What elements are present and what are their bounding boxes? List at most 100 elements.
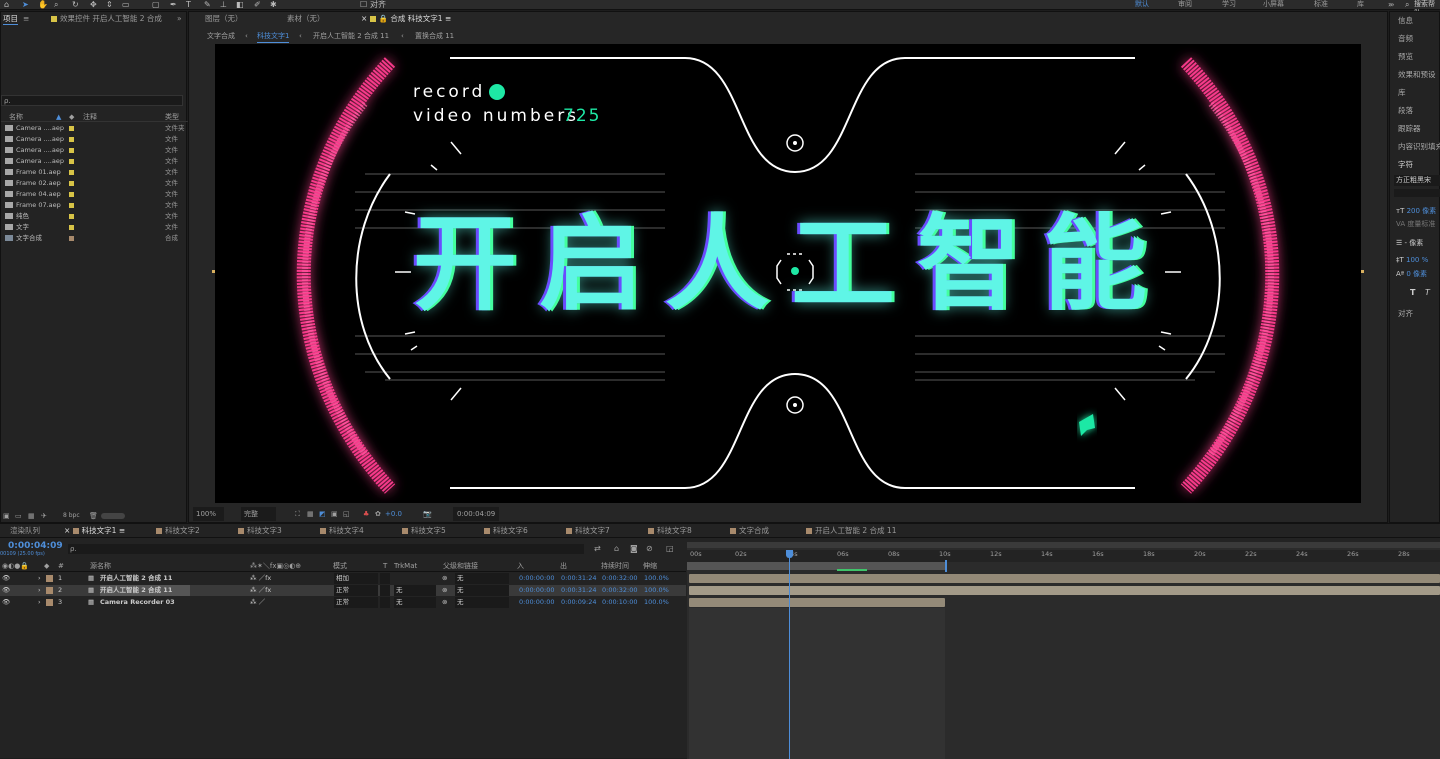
camera-tool-icon[interactable]: ✥ <box>90 0 97 9</box>
font-size-row[interactable]: ᴛT 200 像素 <box>1396 206 1436 216</box>
list-item[interactable]: Camera ....aep 文件 <box>1 156 178 167</box>
col-stretch[interactable]: 伸缩 <box>643 561 657 572</box>
list-item[interactable]: Frame 01.aep 文件 <box>1 167 178 178</box>
parent-dropdown[interactable]: 无 <box>455 585 509 596</box>
align-checkbox[interactable]: ☐ <box>360 0 367 9</box>
col-duration[interactable]: 持续时间 <box>601 561 629 572</box>
region-of-interest-icon[interactable]: ⛶ <box>295 507 300 521</box>
layer-in[interactable]: 0:00:00:00 <box>519 585 555 596</box>
layer-mode-dropdown[interactable]: 正常 <box>334 597 378 608</box>
hand-tool-icon[interactable]: ✋ <box>38 0 48 9</box>
layer-row[interactable]: 👁 › 3 ▦ Camera Recorder 03 ⁂ ／ 正常 无 ⊚ 无 … <box>0 597 686 608</box>
comp-flowchart-icon[interactable]: ⇄ <box>594 544 601 553</box>
layer-row[interactable]: 👁 › 1 ▦ 开启人工智能 2 合成 11 ⁂ ／fx 相加 ⊚ 无 0:00… <box>0 573 686 584</box>
layer-in[interactable]: 0:00:00:00 <box>519 597 555 608</box>
work-area-bar[interactable] <box>687 562 947 570</box>
baseline-row[interactable]: Aª 0 像素 <box>1396 269 1427 279</box>
layer-bar-1[interactable] <box>689 574 1440 583</box>
col-t[interactable]: T <box>383 561 387 572</box>
roto-tool-icon[interactable]: ✐ <box>254 0 261 9</box>
tracking-row[interactable]: VA 度量标准 <box>1396 219 1435 229</box>
tab-comp-6[interactable]: 科技文字6 <box>484 526 528 536</box>
preserve-transparency[interactable] <box>380 573 390 584</box>
col-parent[interactable]: 父级和链接 <box>443 561 478 572</box>
panel-content-aware-fill[interactable]: 内容识别填充 <box>1398 141 1440 152</box>
list-item[interactable]: 纯色 文件 <box>1 211 178 222</box>
layer-duration[interactable]: 0:00:32:00 <box>602 585 638 596</box>
project-search-input[interactable]: ρ. <box>1 95 183 106</box>
timeline-timecode[interactable]: 0:00:04:09 <box>8 541 63 551</box>
composition-canvas[interactable]: record video numbers 725 开启人工智能 <box>215 44 1361 503</box>
shape-tool-icon[interactable]: ▢ <box>152 0 160 9</box>
layer-row[interactable]: 👁 › 2 ▦ 开启人工智能 2 合成 11 ⁂ ／fx 正常 无 ⊚ 无 0:… <box>0 585 686 596</box>
col-out[interactable]: 出 <box>560 561 567 572</box>
list-item[interactable]: Camera ....aep 文件 <box>1 145 178 156</box>
italic-icon[interactable]: T <box>1425 288 1430 297</box>
col-mode[interactable]: 模式 <box>333 561 347 572</box>
playhead-handle[interactable] <box>786 550 793 558</box>
layer-switches[interactable]: ⁂ ／ <box>250 597 265 608</box>
layer-switches[interactable]: ⁂ ／fx <box>250 573 271 584</box>
time-navigator[interactable] <box>687 542 1440 548</box>
panel-audio[interactable]: 音频 <box>1398 33 1413 44</box>
work-area-end-handle[interactable] <box>945 560 947 572</box>
parent-dropdown[interactable]: 无 <box>455 597 509 608</box>
brush-tool-icon[interactable]: ✎ <box>204 0 211 9</box>
switches-icons[interactable]: ⁂✶＼fx▣◎◐⊕ <box>250 561 301 572</box>
preserve-transparency[interactable] <box>380 597 390 608</box>
workspace-standard[interactable]: 标准 <box>1314 0 1328 9</box>
layer-mode-dropdown[interactable]: 相加 <box>334 573 378 584</box>
draft-3d-icon[interactable]: ⌂ <box>614 544 619 553</box>
tab-composition[interactable]: × 🔒 合成 科技文字1 ≡ <box>361 14 451 24</box>
panel-align[interactable]: 对齐 <box>1398 308 1413 319</box>
bold-icon[interactable]: T <box>1410 288 1415 297</box>
panel-effects-presets[interactable]: 效果和预设 <box>1398 69 1436 80</box>
tab-comp-7[interactable]: 科技文字7 <box>566 526 610 536</box>
list-item[interactable]: Camera ....aep 文件夹 <box>1 123 185 134</box>
leading-row[interactable]: ☰ - 像素 <box>1396 238 1423 248</box>
col-type[interactable]: 类型 <box>165 112 179 122</box>
exposure-icon[interactable]: ✿ <box>375 507 381 521</box>
sort-arrow-icon[interactable]: ▲ <box>56 112 61 122</box>
thumbnail-slider[interactable] <box>101 513 125 519</box>
panel-paragraph[interactable]: 段落 <box>1398 105 1413 116</box>
tab-ai-comp[interactable]: 开启人工智能 2 合成 11 <box>806 526 896 536</box>
layer-bar-2[interactable] <box>689 586 1440 595</box>
search-help-icon[interactable]: ⌕ <box>1405 0 1409 9</box>
workspace-small-screen[interactable]: 小屏幕 <box>1263 0 1284 9</box>
workspace-library[interactable]: 库 <box>1357 0 1364 9</box>
new-folder-icon[interactable]: ▭ <box>15 510 22 522</box>
breadcrumb-item[interactable]: 开启人工智能 2 合成 11 <box>313 30 389 42</box>
expand-arrow-icon[interactable]: › <box>38 573 41 584</box>
list-item[interactable]: Frame 02.aep 文件 <box>1 178 178 189</box>
frame-blend-icon[interactable]: ⊘ <box>646 544 653 553</box>
vscale-row[interactable]: ‡T 100 % <box>1396 256 1428 264</box>
tab-effects[interactable]: 效果控件 开启人工智能 2 合成 <box>51 14 162 24</box>
breadcrumb-item[interactable]: 文字合成 <box>207 30 235 42</box>
layer-duration[interactable]: 0:00:10:00 <box>602 597 638 608</box>
tab-project[interactable]: 项目 <box>3 14 18 25</box>
tab-comp-8[interactable]: 科技文字8 <box>648 526 692 536</box>
tab-comp-2[interactable]: 科技文字2 <box>156 526 200 536</box>
font-style-dropdown[interactable] <box>1394 189 1440 197</box>
eye-icon[interactable]: 👁 <box>2 585 10 596</box>
stamp-tool-icon[interactable]: ⊥ <box>220 0 227 9</box>
mask-visibility-icon[interactable]: ◩ <box>319 507 326 521</box>
snapshot-icon[interactable]: 📷 <box>423 507 432 521</box>
expand-arrow-icon[interactable]: › <box>38 585 41 596</box>
layer-name[interactable]: Camera Recorder 03 <box>100 597 175 608</box>
breadcrumb-item-active[interactable]: 科技文字1 <box>257 30 290 43</box>
tab-comp-1[interactable]: × 科技文字1 ≡ <box>64 526 125 536</box>
trkmat-dropdown[interactable]: 无 <box>394 597 436 608</box>
col-name[interactable]: 名称 <box>9 112 23 122</box>
layer-name[interactable]: 开启人工智能 2 合成 11 <box>100 573 172 584</box>
col-in[interactable]: 入 <box>517 561 524 572</box>
tab-render-queue[interactable]: 渲染队列 <box>10 526 40 536</box>
rect-tool-icon[interactable]: ▭ <box>122 0 130 9</box>
list-item[interactable]: Camera ....aep 文件 <box>1 134 178 145</box>
col-source[interactable]: 源名称 <box>90 561 111 572</box>
layer-label-color[interactable] <box>46 599 53 606</box>
layer-label-color[interactable] <box>46 587 53 594</box>
shy-layers-icon[interactable]: ◙ <box>630 544 638 553</box>
right-panel-overflow[interactable]: » <box>1390 0 1395 10</box>
